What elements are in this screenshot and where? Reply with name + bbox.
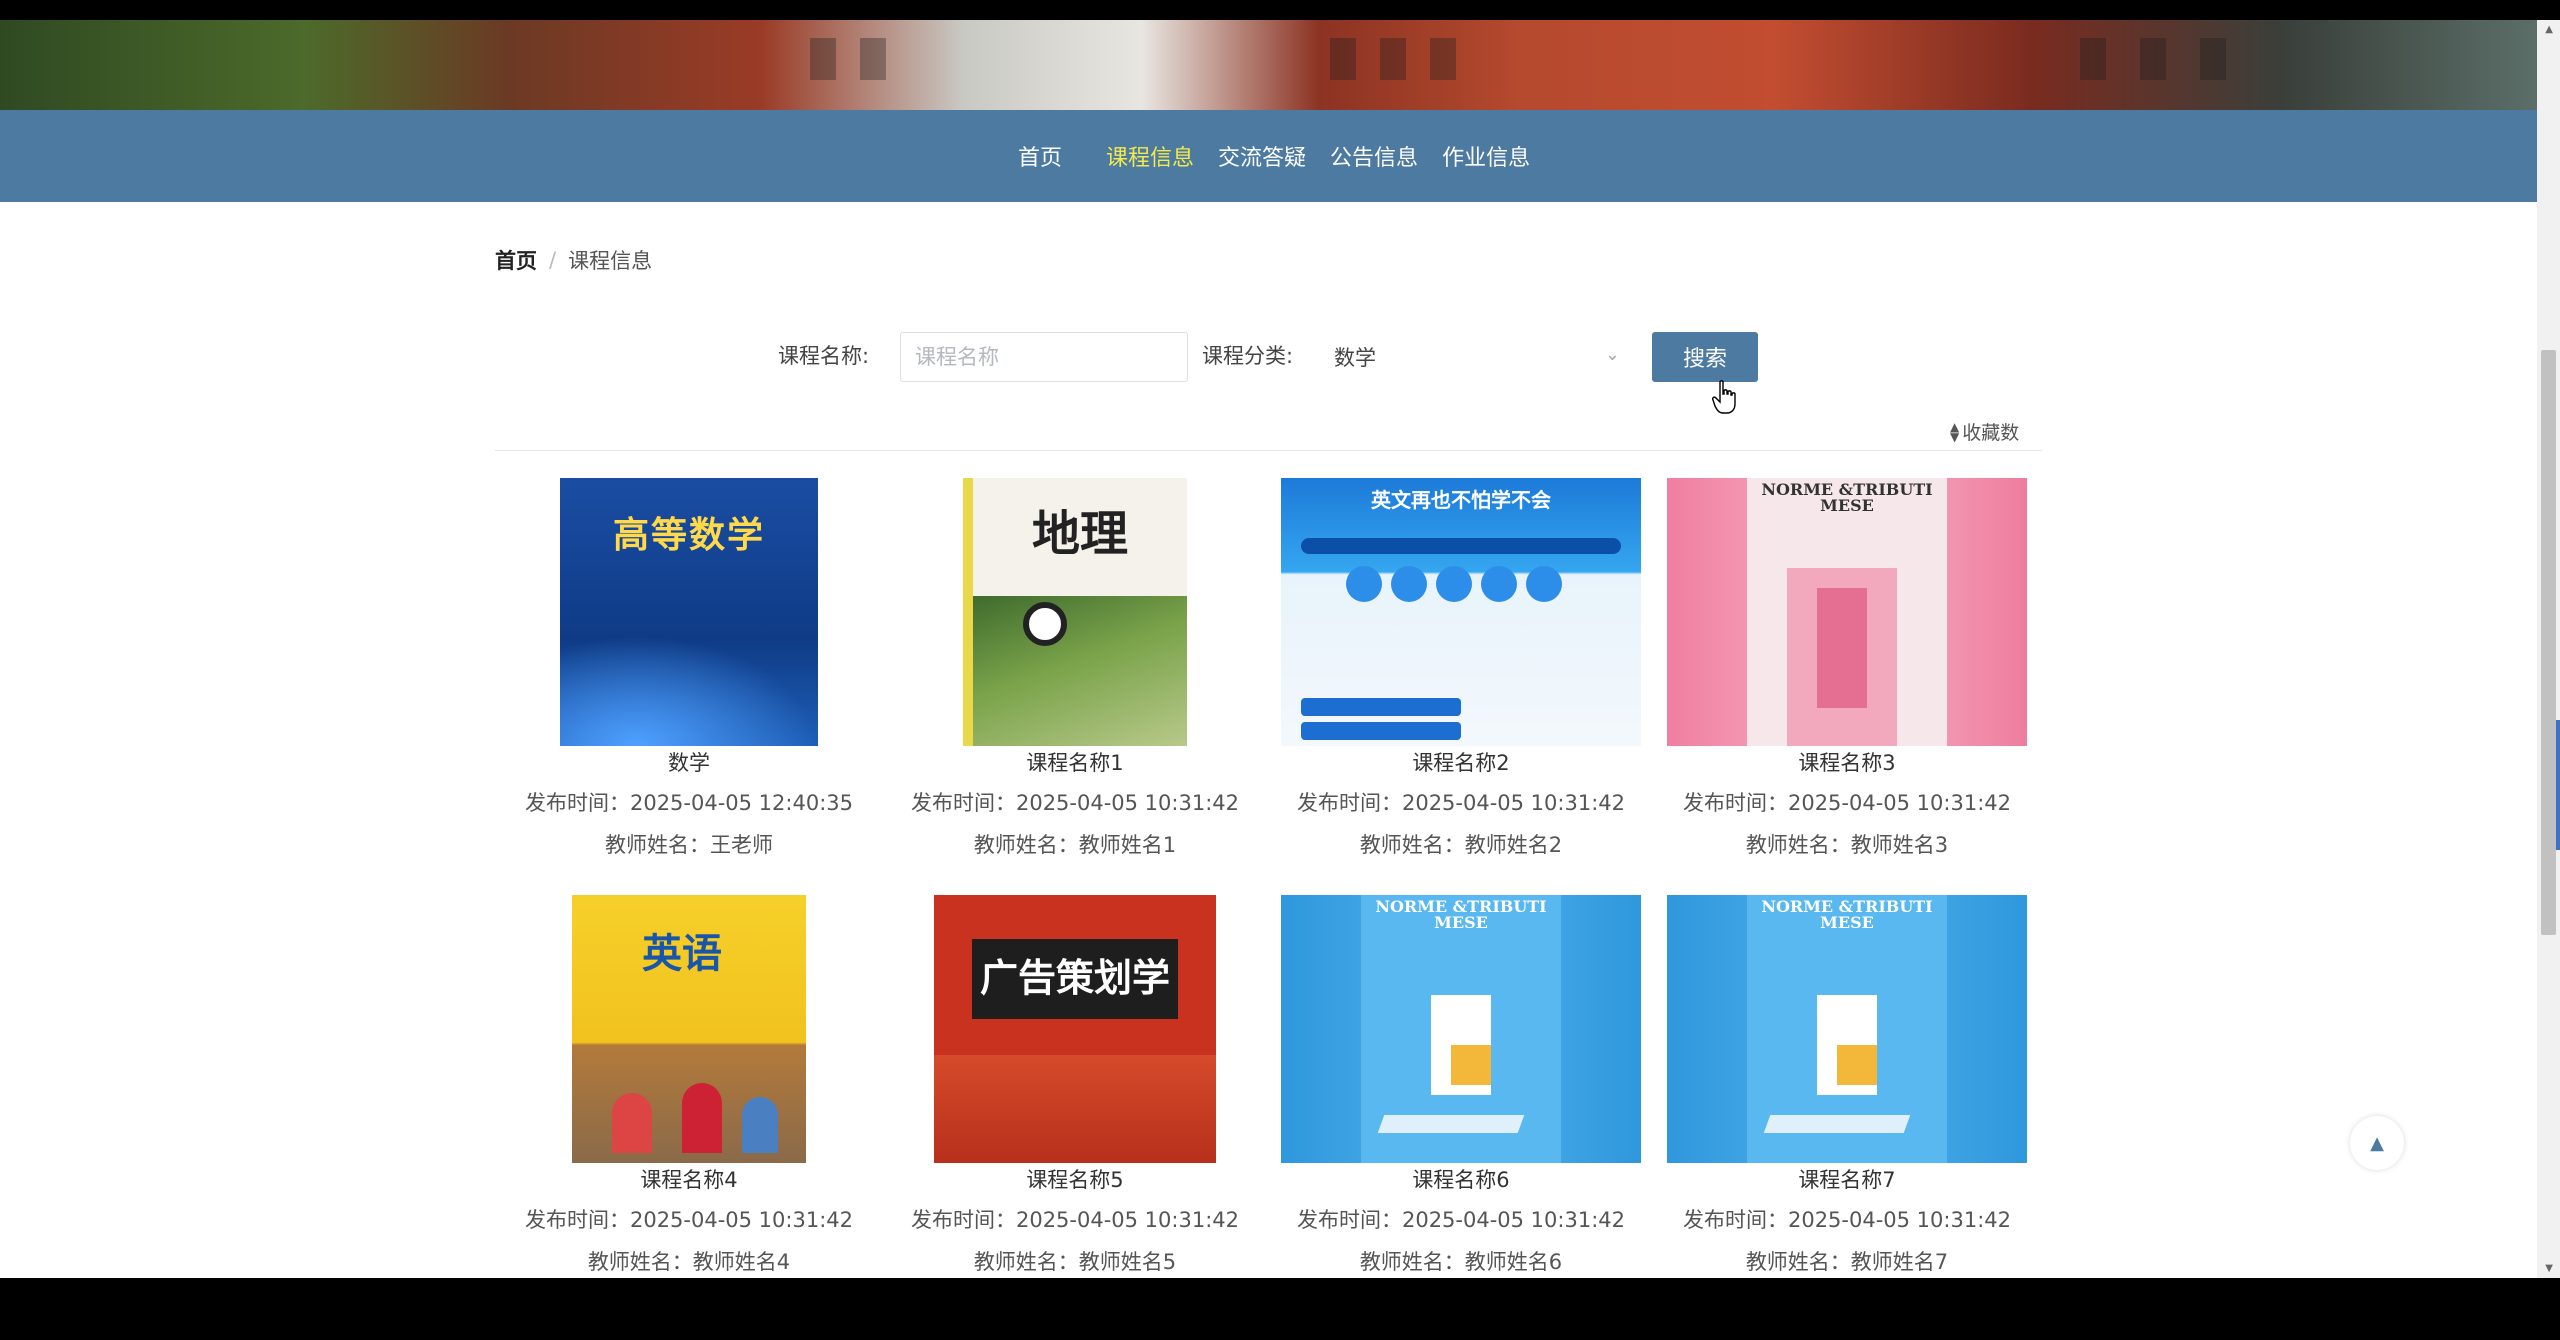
sort-label: 收藏数 — [1962, 422, 2020, 444]
scroll-down-arrow-icon[interactable]: ▼ — [2545, 1263, 2553, 1274]
publish-time: 发布时间：2025-04-05 10:31:42 — [910, 791, 1240, 815]
course-card[interactable]: NORME &TRIBUTI MESE 课程名称3 发布时间：2025-04-0… — [1654, 478, 2040, 860]
breadcrumb: 首页 / 课程信息 — [495, 245, 652, 275]
teacher-name: 教师姓名：教师姓名4 — [587, 1250, 791, 1274]
course-name[interactable]: 课程名称4 — [496, 1165, 882, 1195]
chevron-down-icon: ⌄ — [1604, 344, 1620, 365]
teacher-name: 教师姓名：教师姓名5 — [973, 1250, 1177, 1274]
breadcrumb-current: 课程信息 — [568, 249, 653, 273]
publish-time: 发布时间：2025-04-05 10:31:42 — [910, 1208, 1240, 1232]
course-card[interactable]: 英语 课程名称4 发布时间：2025-04-05 10:31:42 教师姓名：教… — [496, 895, 882, 1277]
publish-time: 发布时间：2025-04-05 10:31:42 — [1682, 1208, 2012, 1232]
course-cover-image[interactable]: 高等数学 — [560, 478, 818, 746]
course-cover-image[interactable]: 英文再也不怕学不会 — [1281, 478, 1641, 746]
course-card[interactable]: 英文再也不怕学不会 课程名称2 发布时间：2025-04-05 10:31:42… — [1268, 478, 1654, 860]
course-name[interactable]: 课程名称2 — [1268, 748, 1654, 778]
cover-title: 英文再也不怕学不会 — [1371, 488, 1551, 512]
course-card[interactable]: 地理 课程名称1 发布时间：2025-04-05 10:31:42 教师姓名：教… — [882, 478, 1268, 860]
course-cover-image[interactable]: 地理 — [963, 478, 1187, 746]
teacher-name: 教师姓名：教师姓名7 — [1745, 1250, 1949, 1274]
sort-by-favorites[interactable]: ▲ ▼ 收藏数 — [1950, 418, 2019, 445]
cover-title: 地理 — [1031, 506, 1128, 562]
cover-title: 广告策划学 — [979, 955, 1170, 1000]
divider — [495, 450, 2042, 451]
search-button[interactable]: 搜索 — [1652, 332, 1758, 382]
course-card[interactable]: 高等数学 数学 发布时间：2025-04-05 12:40:35 教师姓名：王老… — [496, 478, 882, 860]
nav-item-notices[interactable]: 公告信息 — [1330, 140, 1418, 172]
bottom-bar — [0, 1278, 2560, 1340]
breadcrumb-home[interactable]: 首页 — [495, 245, 537, 275]
sort-arrows-icon: ▲ ▼ — [1950, 419, 1960, 444]
course-card[interactable]: NORME &TRIBUTI MESE 课程名称6 发布时间：2025-04-0… — [1268, 895, 1654, 1277]
hero-banner-image — [0, 20, 2537, 110]
course-name[interactable]: 课程名称6 — [1268, 1165, 1654, 1195]
course-name[interactable]: 课程名称1 — [882, 748, 1268, 778]
nav-item-home[interactable]: 首页 — [1018, 140, 1062, 172]
arrow-up-icon: ▲ — [2370, 1132, 2384, 1154]
breadcrumb-separator: / — [549, 248, 557, 272]
course-name[interactable]: 课程名称5 — [882, 1165, 1268, 1195]
teacher-name: 教师姓名：教师姓名3 — [1745, 833, 1949, 857]
course-cover-image[interactable]: NORME &TRIBUTI MESE — [1667, 895, 2027, 1163]
teacher-name: 教师姓名：教师姓名1 — [973, 833, 1177, 857]
cover-title: 高等数学 — [612, 515, 765, 556]
page-scrollbar[interactable]: ▲ ▼ — [2537, 20, 2560, 1278]
publish-time: 发布时间：2025-04-05 10:31:42 — [1682, 791, 2012, 815]
publish-time: 发布时间：2025-04-05 12:40:35 — [524, 791, 854, 815]
scrollbar-accent — [2556, 720, 2560, 850]
course-card[interactable]: NORME &TRIBUTI MESE 课程名称7 发布时间：2025-04-0… — [1654, 895, 2040, 1277]
course-name[interactable]: 课程名称7 — [1654, 1165, 2040, 1195]
cover-title: NORME &TRIBUTI MESE — [1761, 480, 1933, 515]
course-category-label: 课程分类: — [1202, 344, 1294, 368]
nav-item-courses[interactable]: 课程信息 — [1106, 140, 1194, 172]
course-cover-image[interactable]: NORME &TRIBUTI MESE — [1667, 478, 2027, 746]
teacher-name: 教师姓名：教师姓名2 — [1359, 833, 1563, 857]
course-category-select[interactable]: 数学 ⌄ — [1320, 332, 1630, 382]
teacher-name: 教师姓名：王老师 — [605, 833, 773, 857]
back-to-top-button[interactable]: ▲ — [2350, 1116, 2404, 1170]
course-name[interactable]: 数学 — [496, 748, 882, 778]
course-cover-image[interactable]: 英语 — [572, 895, 806, 1163]
category-selected-value: 数学 — [1334, 346, 1376, 370]
publish-time: 发布时间：2025-04-05 10:31:42 — [524, 1208, 854, 1232]
teacher-name: 教师姓名：教师姓名6 — [1359, 1250, 1563, 1274]
course-name-label: 课程名称: — [778, 344, 870, 368]
course-cover-image[interactable]: 广告策划学 — [934, 895, 1216, 1163]
course-name-input[interactable] — [900, 332, 1188, 382]
nav-item-qa[interactable]: 交流答疑 — [1218, 140, 1306, 172]
page-viewport: 首页 课程信息 交流答疑 公告信息 作业信息 首页 / 课程信息 课程名称: 课… — [0, 20, 2537, 1278]
cover-title: NORME &TRIBUTI MESE — [1375, 897, 1547, 932]
main-nav: 首页 课程信息 交流答疑 公告信息 作业信息 — [0, 110, 2537, 202]
course-name[interactable]: 课程名称3 — [1654, 748, 2040, 778]
scrollbar-thumb[interactable] — [2541, 350, 2556, 935]
nav-item-homework[interactable]: 作业信息 — [1442, 140, 1530, 172]
course-card[interactable]: 广告策划学 课程名称5 发布时间：2025-04-05 10:31:42 教师姓… — [882, 895, 1268, 1277]
cover-title: NORME &TRIBUTI MESE — [1761, 897, 1933, 932]
cover-title: 英语 — [642, 931, 722, 977]
course-cover-image[interactable]: NORME &TRIBUTI MESE — [1281, 895, 1641, 1163]
publish-time: 发布时间：2025-04-05 10:31:42 — [1296, 1208, 1626, 1232]
publish-time: 发布时间：2025-04-05 10:31:42 — [1296, 791, 1626, 815]
scroll-up-arrow-icon[interactable]: ▲ — [2545, 24, 2553, 35]
hand-pointer-icon — [1712, 380, 1736, 414]
